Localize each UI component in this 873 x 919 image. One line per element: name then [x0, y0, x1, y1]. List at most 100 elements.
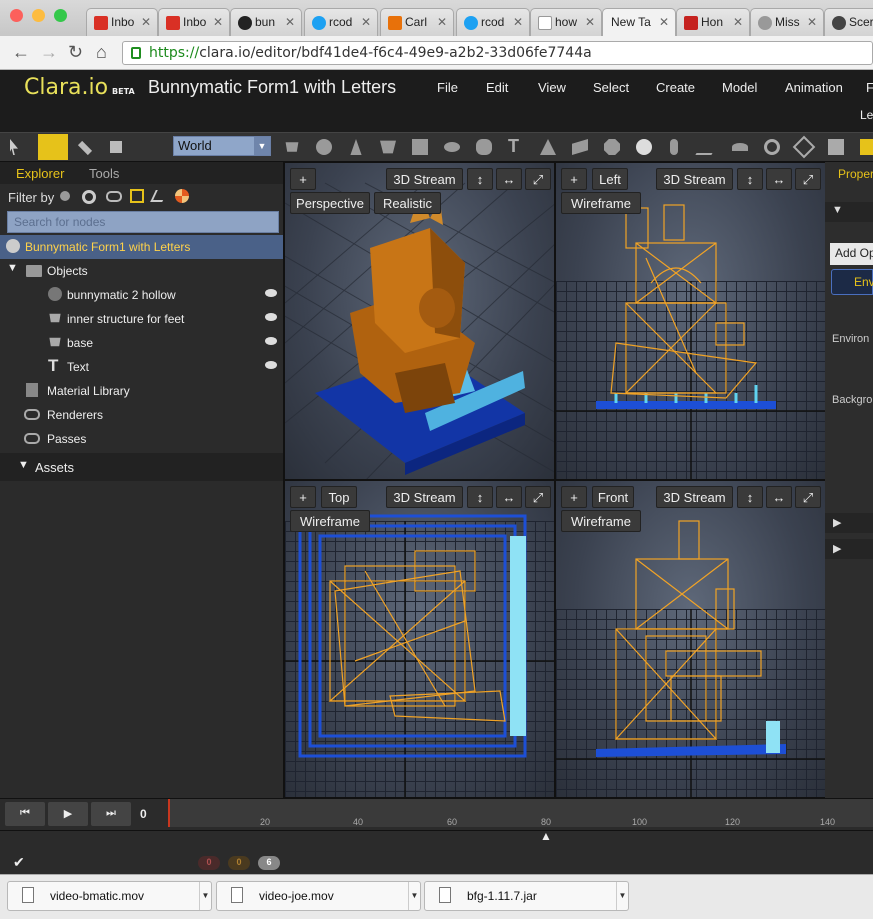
- render-mode-button[interactable]: Wireframe: [561, 192, 641, 214]
- visibility-eye-icon[interactable]: [265, 289, 277, 297]
- stream-3d-button[interactable]: 3D Stream: [656, 168, 733, 190]
- menu-animation[interactable]: Animation: [785, 80, 843, 95]
- chevron-down-icon[interactable]: ▼: [18, 459, 29, 471]
- tab-explorer[interactable]: Explorer: [16, 166, 64, 181]
- chevron-down-icon[interactable]: ▼: [7, 262, 18, 274]
- geosphere-primitive-icon[interactable]: [604, 139, 620, 155]
- submenu-fragment[interactable]: Le: [860, 108, 873, 122]
- browser-tab[interactable]: how ✕: [530, 8, 602, 36]
- chevron-down-icon[interactable]: ▼: [832, 204, 843, 216]
- horizontal-split-icon[interactable]: ↔: [766, 168, 792, 190]
- render-mode-button[interactable]: Wireframe: [290, 510, 370, 532]
- viewport-perspective[interactable]: + 3D Stream ↕ ↔ ⤢ Perspective Realistic: [284, 162, 555, 480]
- gear-primitive-icon[interactable]: [764, 139, 780, 155]
- render-mode-button[interactable]: Realistic: [374, 192, 441, 214]
- cube-wire-primitive-icon[interactable]: [828, 139, 844, 155]
- coordinate-space-select[interactable]: World ▼: [173, 136, 271, 156]
- tree-object-item[interactable]: inner structure for feet: [0, 307, 283, 331]
- menu-select[interactable]: Select: [593, 80, 629, 95]
- section-header[interactable]: ▼: [825, 202, 873, 222]
- tree-root-node[interactable]: Bunnymatic Form1 with Letters: [0, 235, 283, 259]
- playhead[interactable]: [168, 799, 170, 827]
- close-tab-icon[interactable]: ✕: [141, 15, 151, 29]
- close-tab-icon[interactable]: ✕: [585, 15, 595, 29]
- forward-icon[interactable]: →: [40, 42, 58, 63]
- home-icon[interactable]: ⌂: [96, 42, 107, 63]
- browser-tab[interactable]: Miss ✕: [750, 8, 824, 36]
- maximize-icon[interactable]: ⤢: [795, 168, 821, 190]
- close-tab-icon[interactable]: ✕: [285, 15, 295, 29]
- collapsed-section[interactable]: ▶: [825, 513, 873, 533]
- browser-tab[interactable]: Carl ✕: [380, 8, 454, 36]
- filter-light-icon[interactable]: [82, 190, 96, 204]
- play-icon[interactable]: ▶: [48, 802, 88, 826]
- prism-primitive-icon[interactable]: [572, 139, 588, 155]
- dome-primitive-icon[interactable]: [732, 143, 748, 151]
- move-tool-icon[interactable]: [38, 134, 68, 160]
- skip-to-start-icon[interactable]: ⏮: [5, 802, 45, 826]
- error-count-badge[interactable]: 0: [198, 856, 220, 870]
- vertical-split-icon[interactable]: ↕: [467, 168, 493, 190]
- close-tab-icon[interactable]: ✕: [361, 15, 371, 29]
- rotate-tool-icon[interactable]: [77, 140, 93, 156]
- close-tab-icon[interactable]: ✕: [513, 15, 523, 29]
- viewport-add-button[interactable]: +: [561, 168, 587, 190]
- menu-file[interactable]: File: [437, 80, 458, 95]
- horizontal-split-icon[interactable]: ↔: [496, 486, 522, 508]
- browser-tab[interactable]: bun ✕: [230, 8, 302, 36]
- tree-object-item[interactable]: T Text: [0, 355, 283, 379]
- close-tab-icon[interactable]: ✕: [437, 15, 447, 29]
- teapot-primitive-icon[interactable]: [476, 139, 492, 155]
- chevron-right-icon[interactable]: ▶: [833, 542, 841, 555]
- node-search-input[interactable]: Search for nodes: [7, 211, 279, 233]
- minimize-window-button[interactable]: [32, 9, 45, 22]
- viewport-add-button[interactable]: +: [561, 486, 587, 508]
- chevron-down-icon[interactable]: ▼: [408, 882, 420, 910]
- box-primitive-icon[interactable]: [860, 139, 873, 155]
- back-icon[interactable]: ←: [12, 42, 30, 63]
- sphere-primitive-icon[interactable]: [316, 139, 332, 155]
- render-mode-button[interactable]: Wireframe: [561, 510, 641, 532]
- reload-icon[interactable]: ↻: [68, 42, 83, 63]
- filter-material-icon[interactable]: [175, 189, 189, 203]
- visibility-eye-icon[interactable]: [265, 313, 277, 321]
- environment-button[interactable]: Env: [831, 269, 873, 295]
- browser-tab[interactable]: rcod ✕: [456, 8, 530, 36]
- current-frame-field[interactable]: 0: [140, 807, 147, 821]
- expand-timeline-icon[interactable]: ▲: [540, 829, 552, 843]
- pyramid-primitive-icon[interactable]: [540, 139, 556, 155]
- torus-primitive-icon[interactable]: [444, 142, 460, 152]
- vertical-split-icon[interactable]: ↕: [737, 168, 763, 190]
- chevron-right-icon[interactable]: ▶: [833, 516, 841, 529]
- cone-primitive-icon[interactable]: [350, 139, 362, 155]
- skip-to-end-icon[interactable]: ⏭: [91, 802, 131, 826]
- menu-more[interactable]: F: [866, 80, 873, 95]
- close-tab-icon[interactable]: ✕: [807, 15, 817, 29]
- menu-edit[interactable]: Edit: [486, 80, 508, 95]
- vertical-split-icon[interactable]: ↕: [737, 486, 763, 508]
- info-count-badge[interactable]: 6: [258, 856, 280, 870]
- close-window-button[interactable]: [10, 9, 23, 22]
- tree-object-item[interactable]: base: [0, 331, 283, 355]
- filter-camera-icon[interactable]: [106, 191, 122, 202]
- stream-3d-button[interactable]: 3D Stream: [656, 486, 733, 508]
- filter-geometry-icon[interactable]: [60, 191, 70, 201]
- maximize-icon[interactable]: ⤢: [795, 486, 821, 508]
- browser-tab[interactable]: rcod ✕: [304, 8, 378, 36]
- horizontal-split-icon[interactable]: ↔: [496, 168, 522, 190]
- checkmark-icon[interactable]: ✔: [13, 854, 25, 871]
- browser-tab-active[interactable]: New Ta ✕: [602, 8, 676, 36]
- menu-view[interactable]: View: [538, 80, 566, 95]
- viewport-add-button[interactable]: +: [290, 486, 316, 508]
- close-tab-icon[interactable]: ✕: [213, 15, 223, 29]
- zoom-window-button[interactable]: [54, 9, 67, 22]
- tree-objects-folder[interactable]: ▼ Objects: [0, 259, 283, 283]
- horizontal-split-icon[interactable]: ↔: [766, 486, 792, 508]
- maximize-icon[interactable]: ⤢: [525, 168, 551, 190]
- browser-tab[interactable]: Scer: [824, 8, 873, 36]
- visibility-eye-icon[interactable]: [265, 361, 277, 369]
- capsule-primitive-icon[interactable]: [670, 139, 678, 155]
- tree-passes[interactable]: Passes: [0, 427, 283, 451]
- collapsed-section[interactable]: ▶: [825, 539, 873, 559]
- view-direction-button[interactable]: Left: [592, 168, 628, 190]
